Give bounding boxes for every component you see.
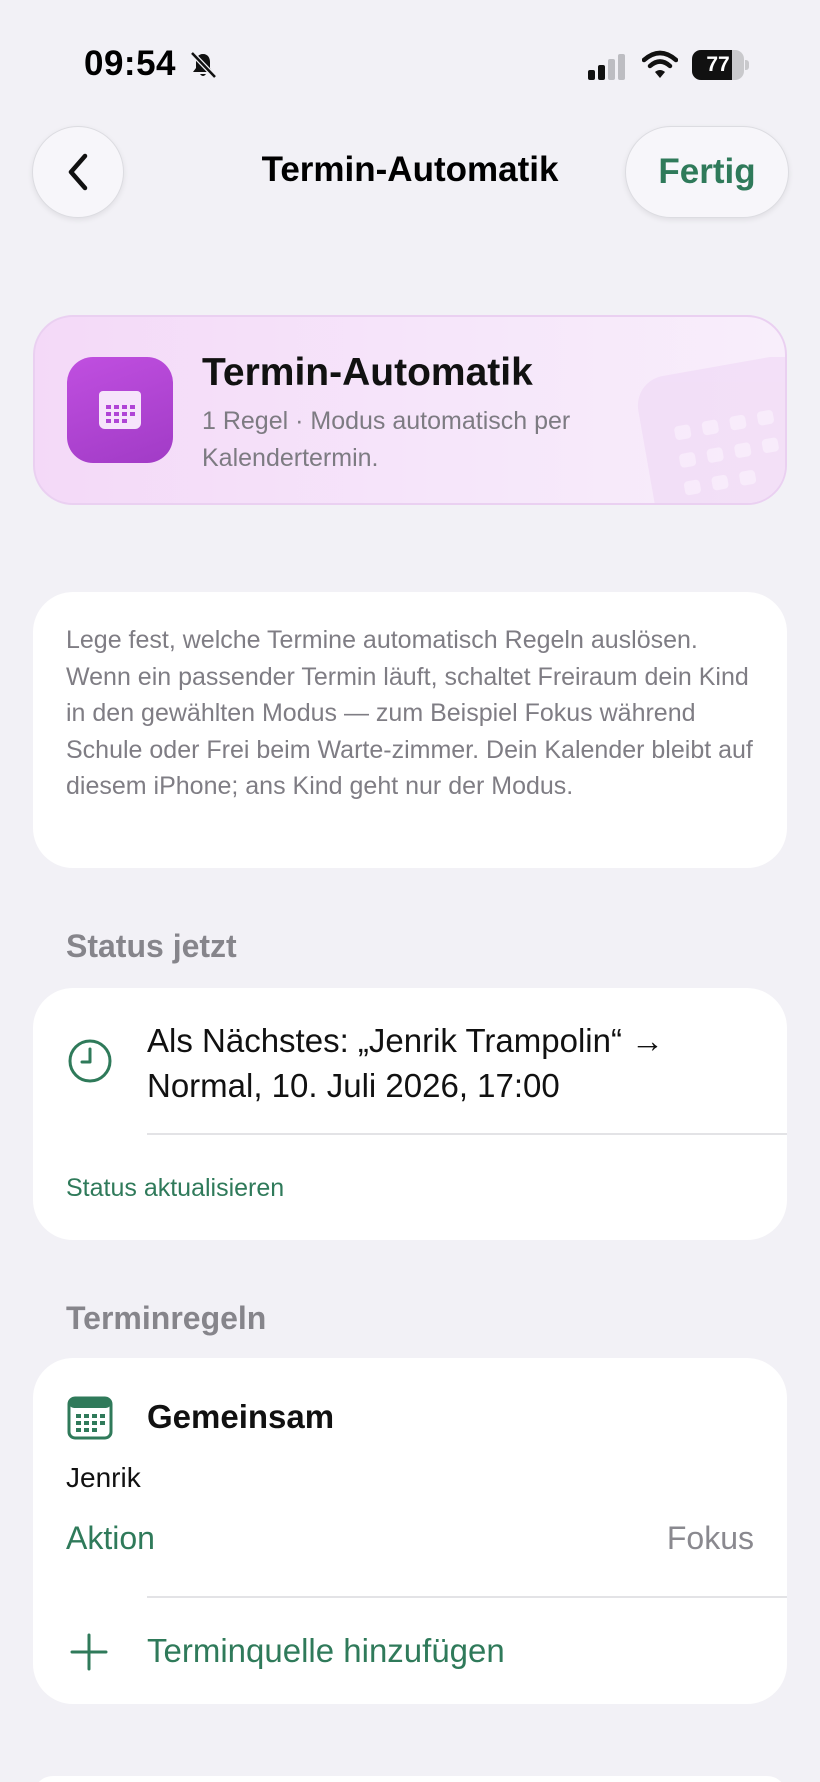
header-subtitle: 1 Regel · Modus automatisch per Kalender… [202,407,571,472]
add-calendar-source-button[interactable]: Terminquelle hinzufügen [147,1632,505,1670]
chevron-left-icon [68,153,88,191]
rules-section-header: Terminregeln [66,1300,267,1336]
status-section-header: Status jetzt [66,928,237,964]
info-card: Lege fest, welche Termine automatisch Re… [33,592,787,868]
battery-icon: 77 [692,50,749,80]
status-time: 09:54 [84,44,177,83]
header-title: Termin-Automatik [202,351,533,394]
plus-icon[interactable] [69,1632,109,1672]
screen: 09:54 77 Termin-Automatik Fertig Termin-… [0,0,820,1782]
clock-icon [68,1039,112,1083]
done-button[interactable]: Fertig [625,126,789,218]
header-card: Termin-Automatik 1 Regel · Modus automat… [33,315,787,505]
battery-level: 77 [706,53,730,76]
bell-slash-icon [190,51,217,79]
page-title: Termin-Automatik [261,150,559,189]
divider [147,1596,787,1598]
rule-title[interactable]: Gemeinsam [147,1398,334,1436]
wifi-icon [642,50,678,78]
back-button[interactable] [32,126,124,218]
cellular-signal-icon [588,54,625,80]
calendar-app-icon [67,357,173,463]
rule-subtitle: Jenrik [66,1462,141,1493]
divider [147,1133,787,1135]
next-event-text: Als Nächstes: „Jenrik Trampolin“ → Norma… [147,1022,665,1104]
calendar-icon [99,391,141,429]
status-card: Als Nächstes: „Jenrik Trampolin“ → Norma… [33,988,787,1240]
refresh-status-button[interactable]: Status aktualisieren [66,1174,284,1203]
rules-card: Gemeinsam Jenrik Aktion Fokus Terminquel… [33,1358,787,1704]
action-row-value[interactable]: Fokus [667,1520,754,1557]
status-bar: 09:54 77 [0,40,820,90]
next-card-peek [33,1776,787,1782]
calendar-icon [67,1396,113,1440]
info-text: Lege fest, welche Termine automatisch Re… [66,626,753,801]
action-row-label[interactable]: Aktion [66,1520,155,1557]
calendar-watermark-icon [637,357,785,503]
